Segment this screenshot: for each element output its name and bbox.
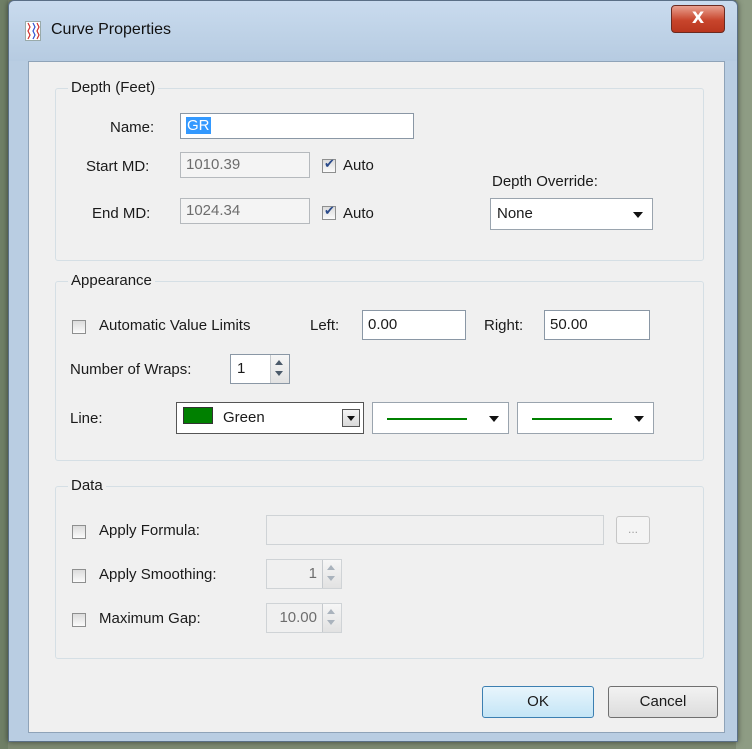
start-md-label: Start MD:	[86, 158, 150, 175]
maximum-gap-stepper[interactable]: 10.00	[266, 603, 342, 633]
chevron-down-icon	[633, 212, 643, 218]
start-auto-checkbox[interactable]	[322, 157, 336, 173]
number-of-wraps-label: Number of Wraps:	[70, 361, 192, 378]
chevron-down-icon	[634, 416, 644, 422]
end-auto-label: Auto	[343, 205, 374, 222]
line-style-select[interactable]	[372, 402, 509, 434]
ok-button[interactable]: OK	[482, 686, 594, 718]
maximum-gap-checkbox[interactable]	[72, 613, 86, 627]
line-style-sample	[387, 418, 467, 420]
smoothing-stepper[interactable]: 1	[266, 559, 342, 589]
maximum-gap-value: 10.00	[279, 609, 317, 626]
curve-properties-dialog: Curve Properties X Depth (Feet) Name: GR…	[8, 0, 738, 742]
depth-group: Depth (Feet) Name: GR Start MD: 1010.39 …	[55, 79, 704, 261]
chevron-down-icon	[347, 416, 355, 421]
depth-group-title: Depth (Feet)	[68, 79, 159, 96]
line-color-name: Green	[223, 409, 265, 426]
formula-browse-button[interactable]: ...	[616, 516, 650, 544]
spin-buttons[interactable]	[322, 604, 341, 632]
automatic-value-limits-label: Automatic Value Limits	[99, 317, 251, 334]
apply-smoothing-checkbox[interactable]	[72, 569, 86, 583]
left-limit-input[interactable]: 0.00	[362, 310, 466, 340]
data-group: Data Apply Formula: ... Apply Smoothing:…	[55, 477, 704, 659]
end-md-field[interactable]: 1024.34	[180, 198, 310, 224]
name-label: Name:	[110, 119, 155, 136]
line-color-dropdown-button[interactable]	[342, 409, 360, 427]
spin-buttons[interactable]	[270, 355, 289, 383]
formula-input[interactable]	[266, 515, 604, 545]
start-auto-label: Auto	[343, 157, 374, 174]
maximum-gap-label: Maximum Gap:	[99, 610, 201, 627]
appearance-group-title: Appearance	[68, 272, 155, 289]
name-value: GR	[186, 117, 211, 134]
title-bar[interactable]: Curve Properties X	[9, 1, 737, 61]
apply-smoothing-label: Apply Smoothing:	[99, 566, 217, 583]
start-md-field[interactable]: 1010.39	[180, 152, 310, 178]
depth-override-label: Depth Override:	[492, 173, 598, 190]
spin-down-icon[interactable]	[275, 371, 283, 376]
curve-properties-icon	[25, 21, 41, 41]
right-limit-input[interactable]: 50.00	[544, 310, 650, 340]
dialog-client-area: Depth (Feet) Name: GR Start MD: 1010.39 …	[28, 61, 725, 733]
cancel-button[interactable]: Cancel	[608, 686, 718, 718]
spin-up-icon[interactable]	[327, 609, 335, 614]
automatic-value-limits-checkbox[interactable]	[72, 320, 86, 334]
desktop-background	[0, 0, 8, 749]
apply-formula-checkbox[interactable]	[72, 525, 86, 539]
desktop-background-right	[736, 0, 752, 749]
spin-down-icon[interactable]	[327, 620, 335, 625]
chevron-down-icon	[489, 416, 499, 422]
data-group-title: Data	[68, 477, 106, 494]
close-button[interactable]: X	[671, 5, 725, 33]
depth-override-select[interactable]: None	[490, 198, 653, 230]
apply-formula-label: Apply Formula:	[99, 522, 200, 539]
appearance-group: Appearance Automatic Value Limits Left: …	[55, 272, 704, 461]
end-md-label: End MD:	[92, 205, 151, 222]
number-of-wraps-stepper[interactable]: 1	[230, 354, 290, 384]
line-width-sample	[532, 418, 612, 420]
spin-up-icon[interactable]	[327, 565, 335, 570]
left-label: Left:	[310, 317, 340, 334]
depth-override-value: None	[497, 205, 533, 222]
close-icon: X	[691, 8, 705, 27]
spin-up-icon[interactable]	[275, 360, 283, 365]
spin-down-icon[interactable]	[327, 576, 335, 581]
line-color-swatch	[183, 407, 213, 424]
line-color-select[interactable]: Green	[176, 402, 364, 434]
number-of-wraps-value: 1	[237, 360, 246, 377]
window-title: Curve Properties	[51, 21, 172, 38]
smoothing-value: 1	[308, 565, 317, 582]
line-width-select[interactable]	[517, 402, 654, 434]
spin-buttons[interactable]	[322, 560, 341, 588]
line-label: Line:	[70, 410, 103, 427]
end-auto-checkbox[interactable]	[322, 204, 336, 220]
name-input[interactable]: GR	[180, 113, 414, 139]
right-label: Right:	[484, 317, 524, 334]
